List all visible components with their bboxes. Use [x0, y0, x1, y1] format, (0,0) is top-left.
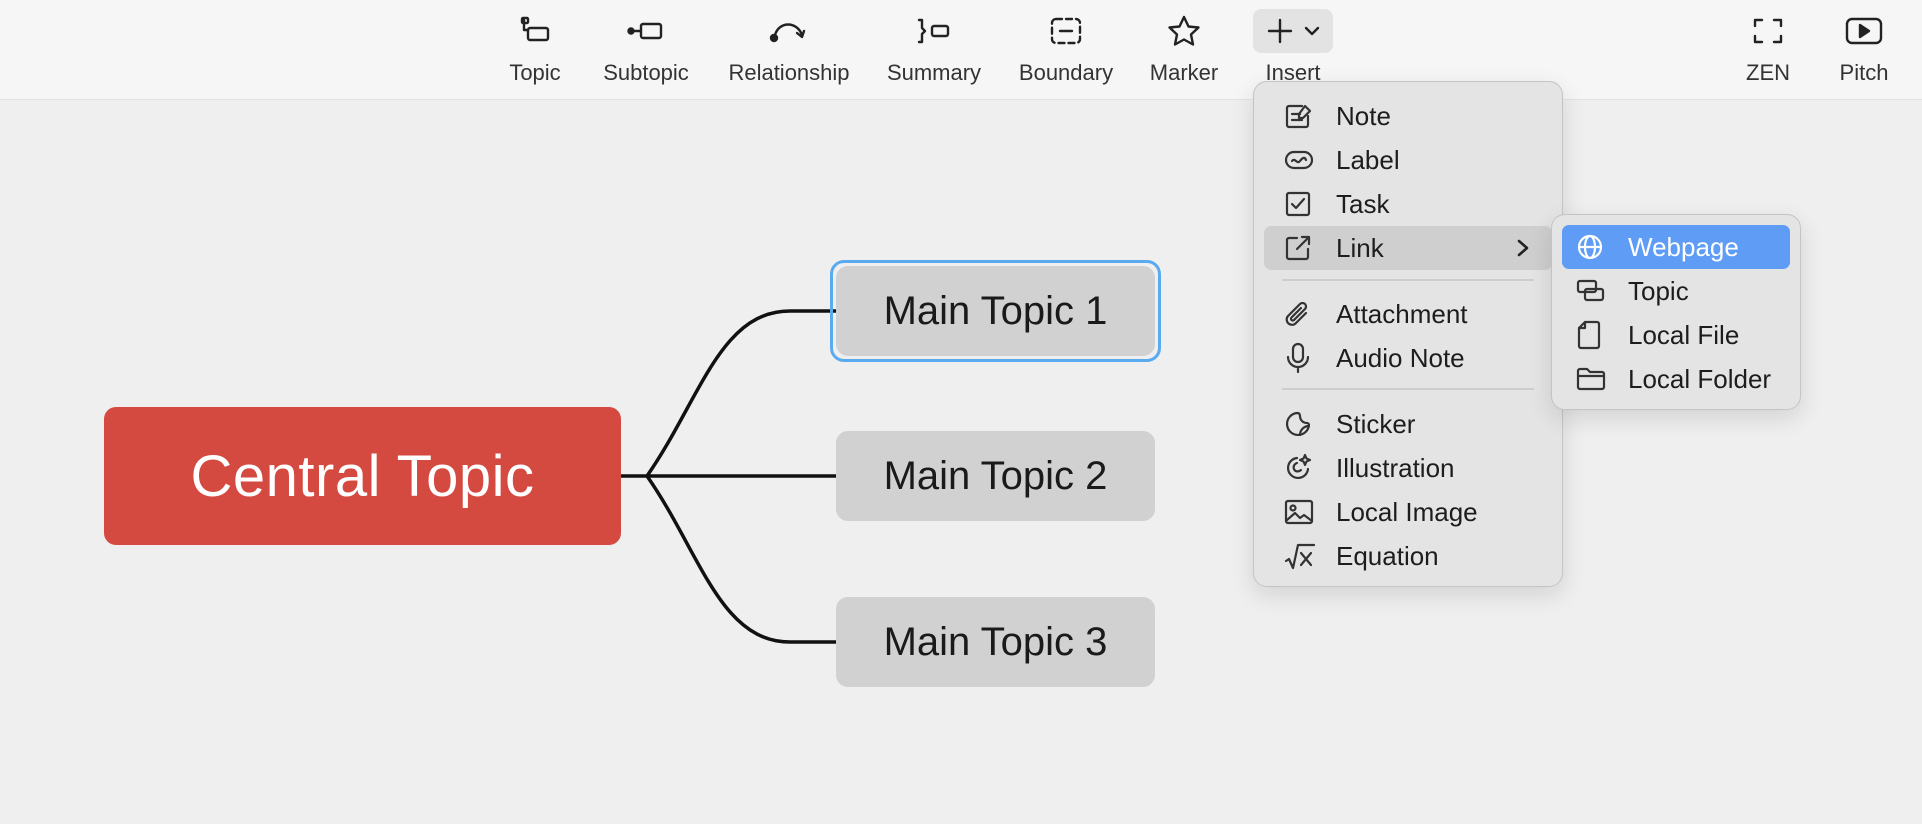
play-icon — [1845, 17, 1883, 45]
submenu-item-label: Webpage — [1628, 231, 1739, 262]
central-topic[interactable]: Central Topic — [104, 407, 621, 545]
subtopic-button[interactable]: Subtopic — [598, 10, 694, 90]
link-icon — [1285, 235, 1311, 261]
main-topic-2[interactable]: Main Topic 2 — [836, 431, 1155, 521]
summary-icon — [917, 18, 950, 44]
sticker-icon — [1285, 411, 1311, 437]
submenu-item-label: Topic — [1628, 275, 1689, 306]
menu-item-equation[interactable]: Equation — [1264, 534, 1552, 578]
illustration-icon — [1286, 453, 1312, 480]
label-icon — [1284, 150, 1314, 170]
boundary-icon — [1050, 17, 1082, 45]
zen-button[interactable]: ZEN — [1740, 10, 1796, 90]
menu-item-sticker[interactable]: Sticker — [1264, 402, 1552, 446]
boundary-label: Boundary — [1018, 60, 1114, 85]
main-topic-3[interactable]: Main Topic 3 — [836, 597, 1155, 687]
marker-label: Marker — [1149, 60, 1219, 85]
summary-button[interactable]: Summary — [885, 10, 983, 90]
menu-item-label: Task — [1336, 188, 1390, 219]
topic-button[interactable]: Topic — [505, 10, 565, 90]
menu-item-label: Equation — [1336, 540, 1439, 571]
menu-item-label: Attachment — [1336, 298, 1468, 329]
boundary-button[interactable]: Boundary — [1015, 10, 1117, 90]
menu-item-label: Link — [1336, 232, 1384, 263]
subtopic-label: Subtopic — [603, 60, 689, 85]
folder-icon — [1576, 367, 1606, 391]
menu-item-attachment[interactable]: Attachment — [1264, 292, 1552, 336]
zen-label: ZEN — [1746, 60, 1790, 85]
subtopic-icon — [627, 22, 663, 40]
microphone-icon — [1286, 342, 1310, 374]
topic-label: Topic — [509, 60, 561, 85]
menu-item-audio-note[interactable]: Audio Note — [1264, 336, 1552, 380]
menu-item-label-option[interactable]: Label — [1264, 138, 1552, 182]
summary-label: Summary — [886, 60, 982, 85]
relationship-icon — [769, 23, 806, 43]
chevron-down-icon — [1304, 26, 1320, 36]
menu-item-illustration[interactable]: Illustration — [1264, 446, 1552, 490]
menu-divider — [1282, 388, 1534, 390]
submenu-item-webpage[interactable]: Webpage — [1562, 225, 1790, 269]
relationship-button[interactable]: Relationship — [724, 10, 854, 90]
topic-link-icon — [1576, 279, 1605, 302]
submenu-item-label: Local Folder — [1628, 363, 1772, 394]
menu-divider — [1282, 279, 1534, 281]
note-icon — [1285, 104, 1312, 129]
fullscreen-icon — [1753, 18, 1783, 44]
menu-item-link[interactable]: Link — [1264, 226, 1552, 270]
topic-icon — [520, 16, 550, 42]
globe-icon — [1577, 234, 1603, 260]
relationship-label: Relationship — [728, 60, 850, 85]
pitch-label: Pitch — [1839, 60, 1889, 85]
menu-item-task[interactable]: Task — [1264, 182, 1552, 226]
link-submenu: Webpage Topic Local File Local Folder — [1551, 214, 1801, 410]
marker-button[interactable]: Marker — [1146, 10, 1222, 90]
insert-button[interactable]: Insert — [1252, 9, 1334, 90]
menu-item-local-image[interactable]: Local Image — [1264, 490, 1552, 534]
paperclip-icon — [1285, 301, 1308, 326]
plus-icon — [1267, 18, 1293, 44]
menu-item-label: Sticker — [1336, 408, 1416, 439]
image-icon — [1284, 499, 1314, 525]
star-icon — [1168, 15, 1200, 46]
menu-item-label: Note — [1336, 100, 1391, 131]
submenu-item-local-file[interactable]: Local File — [1562, 313, 1790, 357]
toolbar: Topic Subtopic Relationship Summary Boun… — [0, 0, 1922, 100]
chevron-right-icon — [1517, 239, 1529, 257]
submenu-item-topic[interactable]: Topic — [1562, 269, 1790, 313]
task-icon — [1285, 191, 1311, 217]
file-icon — [1577, 320, 1601, 350]
insert-menu: Note Label Task Link Attachment Audio No… — [1253, 81, 1563, 587]
menu-item-note[interactable]: Note — [1264, 94, 1552, 138]
menu-item-label: Local Image — [1336, 496, 1478, 527]
menu-item-label: Label — [1336, 144, 1400, 175]
pitch-button[interactable]: Pitch — [1832, 10, 1896, 90]
submenu-item-label: Local File — [1628, 319, 1740, 350]
equation-icon — [1284, 543, 1316, 570]
menu-item-label: Illustration — [1336, 452, 1455, 483]
main-topic-1[interactable]: Main Topic 1 — [836, 266, 1155, 356]
submenu-item-local-folder[interactable]: Local Folder — [1562, 357, 1790, 401]
menu-item-label: Audio Note — [1336, 342, 1465, 373]
